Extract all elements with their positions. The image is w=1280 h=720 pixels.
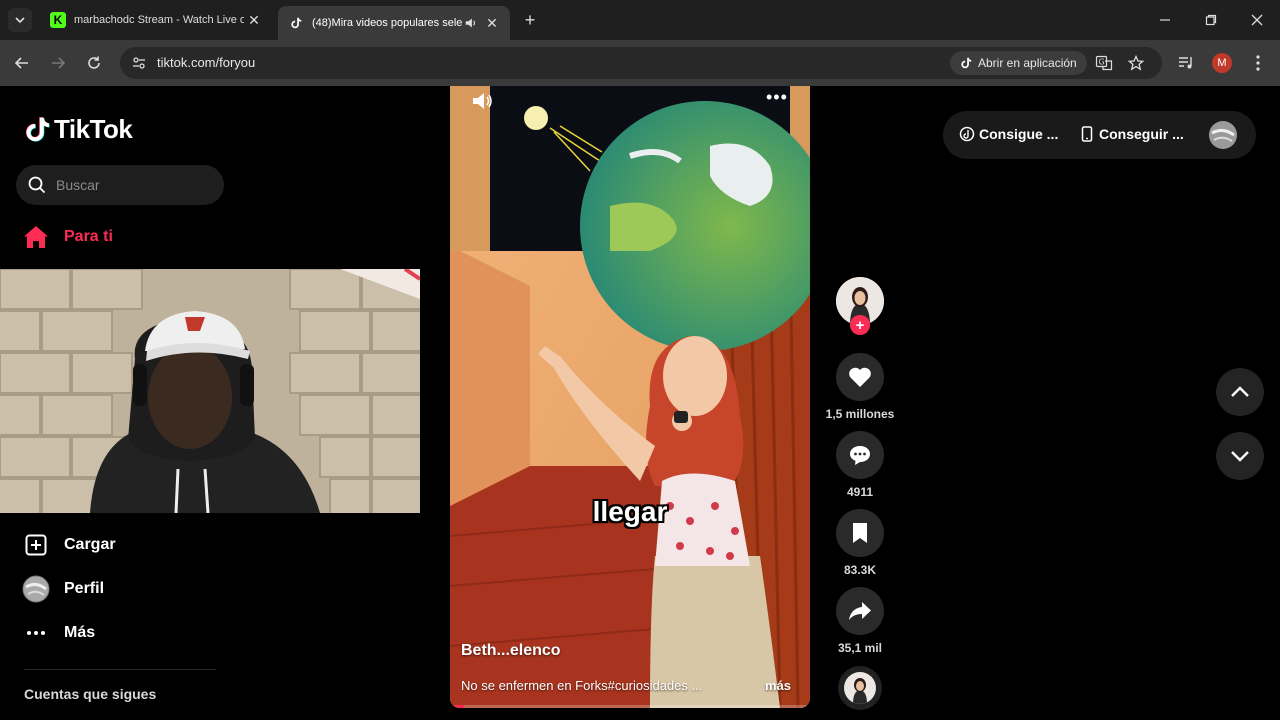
like-count: 1,5 millones — [825, 407, 895, 421]
nav-upload-label: Cargar — [64, 536, 116, 553]
nav-profile-label: Perfil — [64, 580, 105, 597]
phone-icon — [1079, 126, 1095, 142]
like-button[interactable] — [836, 353, 884, 401]
nav-more-label: Más — [64, 624, 96, 641]
video-author[interactable]: Beth...elenco — [461, 642, 561, 660]
tiktok-page: TikTok Para ti — [0, 86, 1280, 720]
tab-title: (48)Mira videos populares seleccionados … — [312, 17, 462, 29]
close-window-icon[interactable] — [1245, 8, 1269, 32]
chevron-down-icon — [1231, 451, 1249, 462]
sidebar-divider — [24, 669, 216, 670]
video-more-link[interactable]: más — [765, 678, 791, 693]
svg-text:G: G — [1099, 58, 1105, 67]
search-input[interactable] — [56, 175, 216, 195]
get-coins-label: Consigue ... — [979, 126, 1059, 142]
speaker-mute-icon[interactable] — [470, 90, 494, 112]
video-frame — [450, 86, 810, 708]
chevron-down-icon — [15, 17, 25, 24]
tiktok-icon — [961, 57, 972, 69]
chevron-up-icon — [1231, 386, 1249, 397]
address-bar[interactable]: tiktok.com/foryou Abrir en aplicación G — [120, 47, 1162, 79]
tiktok-logo-icon — [25, 116, 50, 142]
browser-toolbar: tiktok.com/foryou Abrir en aplicación G … — [0, 40, 1280, 86]
following-header: Cuentas que sigues — [24, 686, 157, 702]
video-description[interactable]: No se enfermen en Forks#curiosidades ... — [461, 678, 741, 693]
media-controls-icon[interactable] — [1174, 51, 1198, 75]
reload-icon[interactable] — [82, 51, 106, 75]
logo-text: TikTok — [54, 114, 133, 144]
video-caption-text: llegar — [592, 496, 668, 527]
comment-count: 4911 — [846, 485, 874, 499]
share-button[interactable] — [836, 587, 884, 635]
nav-more[interactable]: Más — [22, 617, 95, 649]
site-settings-icon[interactable] — [130, 54, 148, 72]
video-action-bar: + 1,5 millones 4911 83.3K 35,1 mil — [820, 86, 900, 720]
comment-button[interactable] — [836, 431, 884, 479]
open-in-app-label: Abrir en aplicación — [978, 56, 1077, 70]
comment-icon — [850, 446, 870, 465]
tab-kick-stream[interactable]: K marbachodc Stream - Watch Live on Kick… — [40, 6, 272, 34]
minimize-icon[interactable] — [1153, 8, 1177, 32]
browser-menu-icon[interactable] — [1246, 51, 1270, 75]
search-bar[interactable] — [16, 165, 224, 205]
upload-plus-icon — [22, 531, 50, 559]
tab-search-button[interactable] — [8, 8, 32, 32]
user-avatar[interactable] — [1209, 121, 1237, 149]
tiktok-icon — [288, 15, 304, 31]
browser-tab-bar: K marbachodc Stream - Watch Live on Kick… — [0, 0, 1280, 40]
more-dots-icon — [22, 619, 50, 647]
video-player[interactable]: ••• llegar Beth...elenco No se enfermen … — [450, 86, 810, 708]
webcam-overlay — [0, 269, 420, 513]
speaker-icon[interactable] — [462, 14, 480, 32]
forward-icon[interactable] — [46, 51, 70, 75]
video-more-options-icon[interactable]: ••• — [766, 88, 790, 108]
open-in-app-button[interactable]: Abrir en aplicación — [950, 51, 1087, 75]
share-count: 35,1 mil — [837, 641, 883, 655]
save-count: 83.3K — [843, 563, 877, 577]
profile-avatar-icon — [22, 575, 50, 603]
restore-icon[interactable] — [1199, 8, 1223, 32]
profile-avatar: M — [1212, 53, 1232, 73]
webcam-image — [0, 269, 420, 513]
tiktok-logo[interactable]: TikTok — [24, 114, 133, 145]
heart-icon — [849, 367, 871, 387]
save-button[interactable] — [836, 509, 884, 557]
previous-video-button[interactable] — [1216, 368, 1264, 416]
kick-icon: K — [50, 12, 66, 28]
nav-upload[interactable]: Cargar — [22, 529, 116, 561]
get-app-label: Conseguir ... — [1099, 126, 1184, 142]
share-arrow-icon — [849, 602, 871, 620]
nav-for-you[interactable]: Para ti — [22, 221, 113, 253]
bookmark-icon — [853, 523, 867, 543]
close-tab-icon[interactable]: ✕ — [482, 13, 502, 33]
get-coins-button[interactable]: Consigue ... — [959, 126, 1058, 142]
close-tab-icon[interactable]: ✕ — [244, 10, 264, 30]
bookmark-star-icon[interactable] — [1126, 53, 1146, 73]
url-text[interactable]: tiktok.com/foryou — [157, 55, 255, 70]
get-app-button[interactable]: Conseguir ... — [1079, 126, 1184, 142]
translate-icon[interactable]: G — [1094, 53, 1114, 73]
profile-button[interactable]: M — [1210, 51, 1234, 75]
top-right-actions: Consigue ... Conseguir ... — [943, 111, 1256, 159]
tab-tiktok[interactable]: (48)Mira videos populares seleccionados … — [278, 6, 510, 40]
home-icon — [22, 223, 50, 251]
nav-profile[interactable]: Perfil — [22, 573, 104, 605]
back-icon[interactable] — [10, 51, 34, 75]
next-video-button[interactable] — [1216, 432, 1264, 480]
search-icon[interactable] — [28, 176, 46, 194]
video-progress-bar[interactable] — [450, 705, 810, 708]
follow-plus-button[interactable]: + — [850, 315, 870, 335]
music-disc[interactable] — [838, 666, 882, 710]
tab-title: marbachodc Stream - Watch Live on Kick — [74, 14, 244, 26]
coin-icon — [959, 126, 975, 142]
video-progress-fill — [450, 705, 465, 708]
new-tab-button[interactable]: + — [520, 10, 540, 30]
nav-for-you-label: Para ti — [64, 228, 113, 245]
